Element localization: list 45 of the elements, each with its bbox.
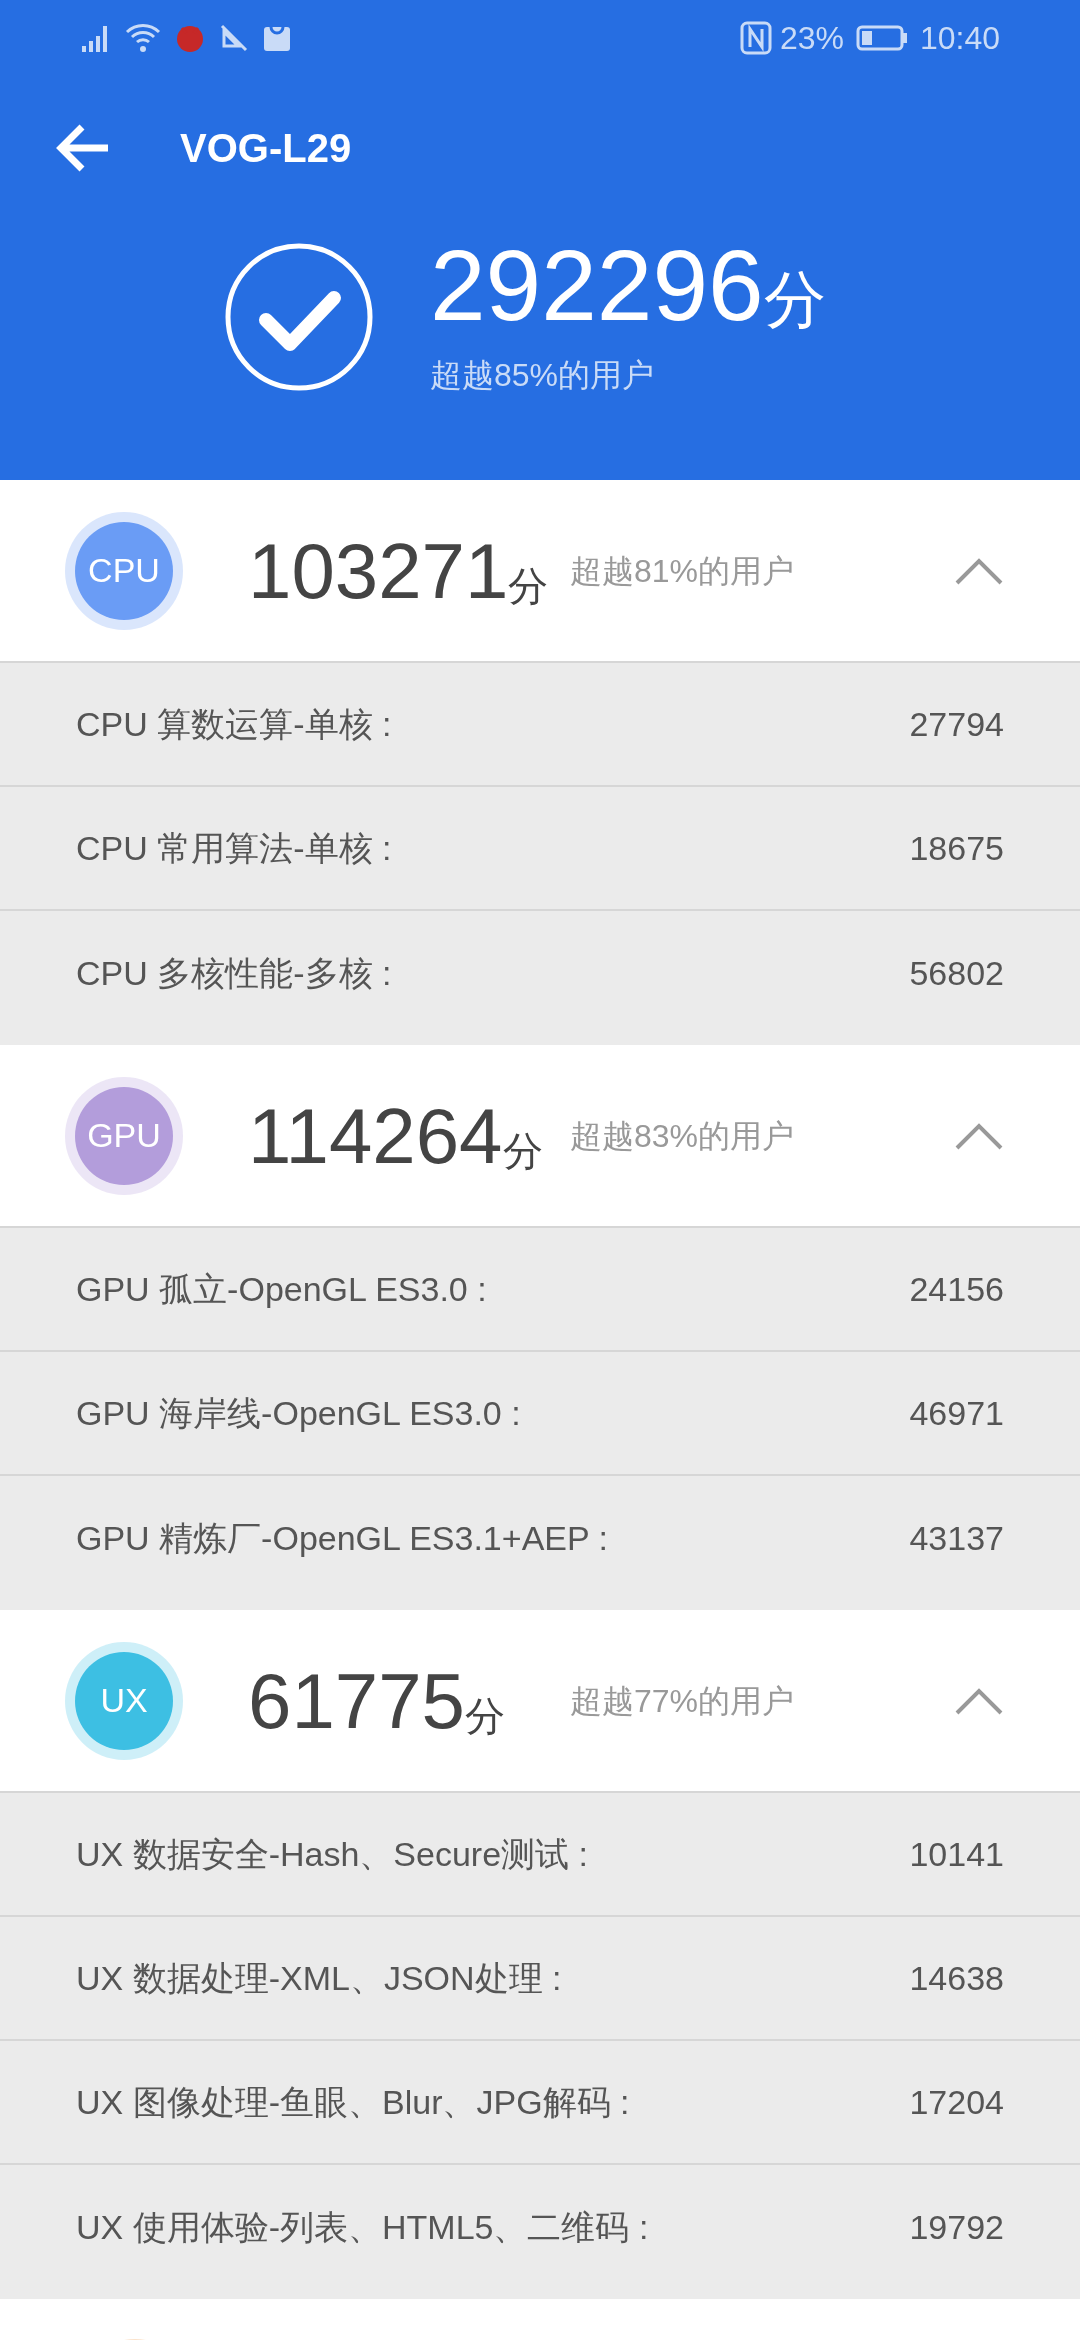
benchmark-value: 19792 [909,2206,1004,2248]
benchmark-label: UX 数据处理-XML、JSON处理 : [76,1957,562,1999]
benchmark-value: 24156 [909,1268,1004,1310]
benchmark-label: CPU 常用算法-单核 : [76,827,392,869]
total-score: 292296 [430,235,764,335]
rank-text: 超越77%的用户 [570,1681,795,1721]
section-score: 114264 [248,1096,503,1175]
clock: 10:40 [919,18,1000,58]
score-unit: 分 [763,269,826,331]
battery-percent: 23% [779,18,844,58]
category-badge: CPU [75,521,173,620]
benchmark-value: 10141 [909,1833,1004,1875]
device-title: VOG-L29 [180,124,352,172]
benchmark-label: GPU 孤立-OpenGL ES3.0 : [76,1268,487,1310]
category-badge: UX [75,1651,173,1750]
score-unit: 分 [464,1695,505,1736]
benchmark-label: UX 图像处理-鱼眼、Blur、JPG解码 : [76,2081,630,2123]
chevron-up-icon[interactable] [954,1686,1004,1715]
benchmark-label: UX 数据安全-Hash、Secure测试 : [76,1833,588,1875]
wifi-icon [124,21,162,54]
battery-icon [855,24,908,51]
section-score: 61775 [248,1661,465,1740]
score-unit: 分 [502,1130,543,1171]
benchmark-value: 46971 [909,1392,1004,1434]
benchmark-value: 17204 [909,2081,1004,2123]
category-badge: GPU [75,1086,173,1185]
benchmark-value: 43137 [909,1517,1004,1559]
benchmark-label: GPU 海岸线-OpenGL ES3.0 : [76,1392,521,1434]
check-circle-icon [224,242,374,392]
rank-text: 超越81%的用户 [570,551,795,591]
rank-text: 超越85%的用户 [430,356,656,395]
benchmark-value: 18675 [909,827,1004,869]
rank-text: 超越83%的用户 [570,1116,795,1156]
benchmark-label: CPU 算数运算-单核 : [76,703,392,745]
benchmark-label: CPU 多核性能-多核 : [76,952,392,994]
benchmark-label: GPU 精炼厂-OpenGL ES3.1+AEP : [76,1517,608,1559]
benchmark-value: 56802 [909,952,1004,994]
section-score: 103271 [248,531,509,610]
benchmark-value: 27794 [909,703,1004,745]
score-unit: 分 [508,565,549,606]
nfc-icon [739,20,772,55]
chevron-up-icon[interactable] [954,556,1004,585]
benchmark-value: 14638 [909,1957,1004,1999]
chevron-up-icon[interactable] [954,1121,1004,1150]
benchmark-label: UX 使用体验-列表、HTML5、二维码 : [76,2206,649,2248]
